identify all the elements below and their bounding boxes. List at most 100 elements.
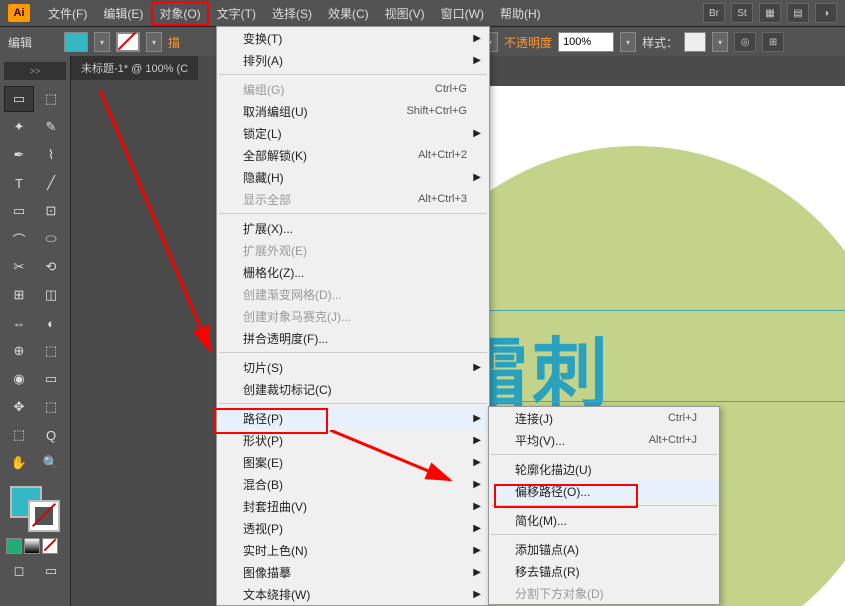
fill-swatch[interactable] [64,32,88,52]
tools-collapse[interactable]: >> [4,62,66,80]
menu-效果[interactable]: 效果(C) [320,1,377,26]
menu-item[interactable]: 添加锚点(A) [489,538,719,560]
tool-5[interactable]: ⌇ [36,142,66,168]
tool-0[interactable]: ▭ [4,86,34,112]
fill-stroke-control[interactable] [6,486,64,532]
menu-item[interactable]: 栅格化(Z)... [217,261,489,283]
bridge-icon[interactable]: Br [703,3,725,23]
tool-2[interactable]: ✦ [4,114,34,140]
tool-11[interactable]: ⬭ [36,226,66,252]
shortcut-label: Alt+Ctrl+2 [418,149,467,161]
document-tab[interactable]: 未标题-1* @ 100% (C [71,56,198,80]
menu-item[interactable]: 图像描摹▶ [217,561,489,583]
tool-9[interactable]: ⊡ [36,198,66,224]
menu-item-label: 路径(P) [243,410,283,427]
menu-item[interactable]: 图案(E)▶ [217,451,489,473]
shortcut-label: Shift+Ctrl+G [406,105,467,117]
menu-item[interactable]: 取消编组(U)Shift+Ctrl+G [217,100,489,122]
tool-19[interactable]: ⬚ [36,338,66,364]
menu-item[interactable]: 移去锚点(R) [489,560,719,582]
menu-item[interactable]: 形状(P)▶ [217,429,489,451]
mini-swatch-gradient[interactable] [24,538,40,554]
tool-23[interactable]: ⬚ [36,394,66,420]
tool-10[interactable]: ⌒ [4,226,34,252]
path-submenu-dropdown: 连接(J)Ctrl+J平均(V)...Alt+Ctrl+J 轮廓化描边(U)偏移路… [488,406,720,605]
tool-3[interactable]: ✎ [36,114,66,140]
menu-item[interactable]: 偏移路径(O)... [489,480,719,502]
mini-swatch-color[interactable] [6,538,22,554]
menu-item: 创建渐变网格(D)... [217,283,489,305]
stroke-color[interactable] [28,500,60,532]
change-screen-tool[interactable]: ▭ [36,558,66,584]
tool-17[interactable]: ◐ [36,310,66,336]
fill-dropdown-icon[interactable]: ▾ [94,32,110,52]
menu-item[interactable]: 全部解锁(K) Alt+Ctrl+2 [217,144,489,166]
tool-18[interactable]: ⊕ [4,338,34,364]
screen-mode-tool[interactable]: ◻ [4,558,34,584]
tool-4[interactable]: ✒ [4,142,34,168]
menu-窗口[interactable]: 窗口(W) [433,1,492,26]
prefs-icon[interactable]: ⊞ [762,32,784,52]
stroke-dropdown-icon[interactable]: ▾ [146,32,162,52]
menu-item-label: 锁定(L) [243,125,282,142]
submenu-arrow-icon: ▶ [473,501,481,512]
menu-帮助[interactable]: 帮助(H) [492,1,549,26]
tool-6[interactable]: T [4,170,34,196]
tool-7[interactable]: ╱ [36,170,66,196]
menu-选择[interactable]: 选择(S) [264,1,320,26]
tool-24[interactable]: ⬚ [4,422,34,448]
stock-icon[interactable]: St [731,3,753,23]
style-dropdown-icon[interactable]: ▾ [712,32,728,52]
doc-setup-icon[interactable]: ◎ [734,32,756,52]
menu-item[interactable]: 扩展(X)... [217,217,489,239]
tool-15[interactable]: ◫ [36,282,66,308]
style-swatch[interactable] [684,32,706,52]
tool-27[interactable]: 🔍 [36,450,66,476]
tool-20[interactable]: ◉ [4,366,34,392]
opacity-input[interactable] [558,32,614,52]
menu-文字[interactable]: 文字(T) [209,1,264,26]
menu-item[interactable]: 混合(B)▶ [217,473,489,495]
menu-item[interactable]: 排列(A)▶ [217,49,489,71]
menu-item[interactable]: 拼合透明度(F)... [217,327,489,349]
menu-item: 分割下方对象(D) [489,582,719,604]
tool-14[interactable]: ⊞ [4,282,34,308]
tool-1[interactable]: ⬚ [36,86,66,112]
menu-item[interactable]: 锁定(L)▶ [217,122,489,144]
tool-21[interactable]: ▭ [36,366,66,392]
menu-item[interactable]: 封套扭曲(V)▶ [217,495,489,517]
menu-视图[interactable]: 视图(V) [377,1,433,26]
menu-文件[interactable]: 文件(F) [40,1,95,26]
menu-编辑[interactable]: 编辑(E) [95,1,151,26]
stroke-swatch[interactable] [116,32,140,52]
menu-separator [491,454,717,455]
submenu-arrow-icon: ▶ [473,589,481,600]
menu-item[interactable]: 平均(V)...Alt+Ctrl+J [489,429,719,451]
opacity-label[interactable]: 不透明度 [504,34,552,51]
mini-swatch-none[interactable] [42,538,58,554]
tool-25[interactable]: Q [36,422,66,448]
tool-13[interactable]: ⟲ [36,254,66,280]
menu-item[interactable]: 文本绕排(W)▶ [217,583,489,605]
menu-item[interactable]: 创建裁切标记(C) [217,378,489,400]
menu-item[interactable]: 路径(P)▶ [217,407,489,429]
arrange2-icon[interactable]: ▤ [787,3,809,23]
tool-16[interactable]: ⇔ [4,310,34,336]
menu-item[interactable]: 实时上色(N)▶ [217,539,489,561]
opacity-dropdown-icon[interactable]: ▾ [620,32,636,52]
menu-item[interactable]: 简化(M)... [489,509,719,531]
menu-item[interactable]: 隐藏(H)▶ [217,166,489,188]
menu-item-label: 全部解锁(K) [243,147,307,164]
gpu-icon[interactable]: ◑ [815,3,837,23]
menu-item[interactable]: 变换(T)▶ [217,27,489,49]
menu-item[interactable]: 轮廓化描边(U) [489,458,719,480]
menu-对象[interactable]: 对象(O) [151,1,208,26]
tool-26[interactable]: ✋ [4,450,34,476]
menu-item[interactable]: 透视(P)▶ [217,517,489,539]
menu-item[interactable]: 切片(S)▶ [217,356,489,378]
tool-12[interactable]: ✂ [4,254,34,280]
tool-8[interactable]: ▭ [4,198,34,224]
arrange-icon[interactable]: ▦ [759,3,781,23]
tool-22[interactable]: ✥ [4,394,34,420]
menu-item[interactable]: 连接(J)Ctrl+J [489,407,719,429]
